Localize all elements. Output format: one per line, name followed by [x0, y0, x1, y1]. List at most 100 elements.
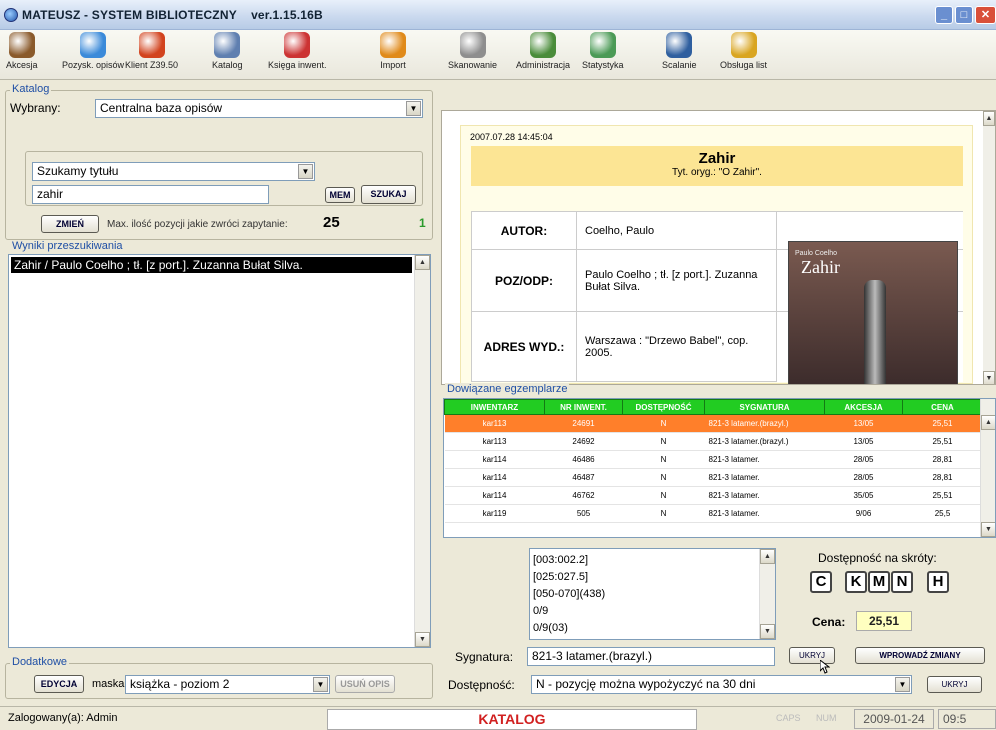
record-original-title: Tyt. oryg.: "O Zahir". — [672, 167, 762, 178]
search-input[interactable]: zahir — [32, 185, 269, 204]
toolbar-button-2[interactable]: Klient Z39.50 — [125, 32, 178, 70]
copies-group-label: Dowiązane egzemplarze — [445, 383, 570, 395]
record-field-value: Paulo Coelho ; tł. [z port.]. Zuzanna Bu… — [576, 249, 777, 312]
toolbar-button-0[interactable]: Akcesja — [6, 32, 38, 70]
table-cell: 25,51 — [902, 414, 983, 433]
availability-select-value: N - pozycję można wypożyczyć na 30 dni — [536, 677, 756, 691]
results-list[interactable]: Zahir / Paulo Coelho ; tł. [z port.]. Zu… — [8, 254, 431, 648]
minimize-button[interactable]: _ — [935, 6, 953, 24]
column-header[interactable]: AKCESJA — [824, 399, 903, 415]
shortcut-c-button[interactable]: C — [810, 571, 832, 593]
scroll-up-icon[interactable]: ▲ — [981, 415, 995, 430]
toolbar-button-9[interactable]: Scalanie — [662, 32, 697, 70]
mask-select[interactable]: książka - poziom 2 ▼ — [125, 675, 330, 694]
max-items-value: 25 — [323, 214, 340, 231]
results-scrollbar[interactable]: ▲ ▼ — [414, 255, 430, 647]
toolbar-label: Scalanie — [662, 60, 697, 70]
column-header[interactable]: NR INWENT. — [544, 399, 623, 415]
database-select[interactable]: Centralna baza opisów ▼ — [95, 99, 423, 118]
table-cell: kar114 — [444, 486, 545, 505]
hide-availability-button[interactable]: UKRYJ — [927, 676, 982, 693]
table-row[interactable]: kar114 46487 N 821-3 latamer. 28/05 28,81 — [444, 468, 983, 487]
scroll-down-icon[interactable]: ▼ — [981, 522, 995, 537]
maximize-button[interactable]: □ — [955, 6, 973, 24]
search-button[interactable]: SZUKAJ — [361, 185, 416, 204]
toolbar-label: Akcesja — [6, 60, 38, 70]
catalog-group-label: Katalog — [10, 83, 52, 95]
magnifier-icon — [214, 32, 241, 58]
scroll-up-icon[interactable]: ▲ — [415, 255, 430, 270]
signature-input[interactable]: 821-3 latamer.(brazyl.) — [527, 647, 775, 666]
table-row[interactable]: kar113 24692 N 821-3 latamer.(brazyl.) 13/05… — [444, 432, 983, 451]
inventory-book-icon — [284, 32, 311, 58]
code-item[interactable]: [050-070](438) — [533, 586, 775, 603]
record-field-value: Warszawa : "Drzewo Babel", cop. 2005. — [576, 311, 777, 382]
toolbar-button-7[interactable]: Administracja — [516, 32, 570, 70]
scroll-down-icon[interactable]: ▼ — [983, 371, 995, 384]
chevron-down-icon[interactable]: ▼ — [313, 677, 328, 692]
table-row[interactable]: kar114 46486 N 821-3 latamer. 28/05 28,81 — [444, 450, 983, 469]
code-item[interactable]: [003:002.2] — [533, 552, 775, 569]
results-group-label: Wyniki przeszukiwania — [10, 240, 125, 252]
result-item[interactable]: Zahir / Paulo Coelho ; tł. [z port.]. Zu… — [11, 257, 412, 273]
delete-record-button[interactable]: USUŃ OPIS — [335, 675, 395, 693]
record-page: 2007.07.28 14:45:04 Zahir Tyt. oryg.: "O… — [442, 111, 983, 384]
title-bar: MATEUSZ - SYSTEM BIBLIOTECZNY ver.1.15.1… — [0, 0, 996, 30]
app-icon — [4, 8, 18, 22]
table-cell: kar119 — [444, 504, 545, 523]
scroll-up-icon[interactable]: ▲ — [983, 111, 995, 126]
record-view: 2007.07.28 14:45:04 Zahir Tyt. oryg.: "O… — [441, 110, 996, 385]
record-title: Zahir — [698, 150, 736, 167]
chevron-down-icon[interactable]: ▼ — [406, 101, 421, 116]
shortcut-k-button[interactable]: K — [845, 571, 867, 593]
column-header[interactable]: INWENTARZ — [444, 399, 545, 415]
table-cell: 821-3 latamer. — [704, 450, 825, 469]
result-count: 1 — [419, 216, 426, 230]
mem-button[interactable]: MEM — [325, 187, 355, 203]
code-item[interactable]: [025:027.5] — [533, 569, 775, 586]
table-cell: 28/05 — [824, 450, 903, 469]
table-cell: kar113 — [444, 432, 545, 451]
toolbar-button-10[interactable]: Obsługa list — [720, 32, 767, 70]
active-module: KATALOG — [327, 709, 697, 730]
chevron-down-icon[interactable]: ▼ — [298, 164, 313, 179]
code-item[interactable]: 0/9 — [533, 603, 775, 620]
chevron-down-icon[interactable]: ▼ — [895, 677, 910, 692]
close-button[interactable]: ✕ — [975, 6, 996, 24]
record-scrollbar[interactable]: ▲ ▼ — [983, 111, 995, 384]
toolbar-button-4[interactable]: Księga inwent. — [268, 32, 327, 70]
column-header[interactable]: CENA — [902, 399, 983, 415]
shortcut-n-button[interactable]: N — [891, 571, 913, 593]
copies-grid[interactable]: INWENTARZ NR INWENT. DOSTĘPNOŚĆ SYGNATURA AK… — [443, 398, 996, 538]
scroll-up-icon[interactable]: ▲ — [760, 549, 775, 564]
column-header[interactable]: SYGNATURA — [704, 399, 825, 415]
edit-button[interactable]: EDYCJA — [34, 675, 84, 693]
price-value: 25,51 — [856, 611, 912, 631]
toolbar-button-5[interactable]: Import — [380, 32, 406, 70]
table-row[interactable]: kar114 46762 N 821-3 latamer. 35/05 25,51 — [444, 486, 983, 505]
table-row[interactable]: kar113 24691 N 821-3 latamer.(brazyl.) 13/05… — [444, 414, 983, 433]
toolbar-button-1[interactable]: Pozysk. opisów — [62, 32, 124, 70]
toolbar-button-6[interactable]: Skanowanie — [448, 32, 497, 70]
search-type-select[interactable]: Szukamy tytułu ▼ — [32, 162, 315, 181]
scroll-down-icon[interactable]: ▼ — [415, 632, 430, 647]
import-icon — [380, 32, 406, 58]
classification-codes-list[interactable]: [003:002.2] [025:027.5] [050-070](438) 0/9 0… — [529, 548, 776, 640]
availability-select[interactable]: N - pozycję można wypożyczyć na 30 dni ▼ — [531, 675, 912, 694]
column-header[interactable]: DOSTĘPNOŚĆ — [622, 399, 705, 415]
change-button[interactable]: ZMIEŃ — [41, 215, 99, 233]
shortcut-h-button[interactable]: H — [927, 571, 949, 593]
toolbar-button-3[interactable]: Katalog — [212, 32, 243, 70]
cover-author: Paulo Coelho — [795, 250, 838, 257]
apply-changes-button[interactable]: WPROWADŹ ZMIANY — [855, 647, 985, 664]
copies-scrollbar[interactable]: ▲ ▼ — [980, 399, 995, 537]
toolbar-label: Księga inwent. — [268, 60, 327, 70]
table-row[interactable]: kar119 505 N 821-3 latamer. 9/06 25,5 — [444, 504, 983, 523]
scroll-down-icon[interactable]: ▼ — [760, 624, 775, 639]
code-item[interactable]: 0/9(03) — [533, 620, 775, 637]
table-cell: kar113 — [444, 414, 545, 433]
mask-label: maska: — [92, 678, 128, 690]
shortcut-m-button[interactable]: M — [868, 571, 890, 593]
codes-scrollbar[interactable]: ▲ ▼ — [759, 549, 775, 639]
toolbar-button-8[interactable]: Statystyka — [582, 32, 624, 70]
